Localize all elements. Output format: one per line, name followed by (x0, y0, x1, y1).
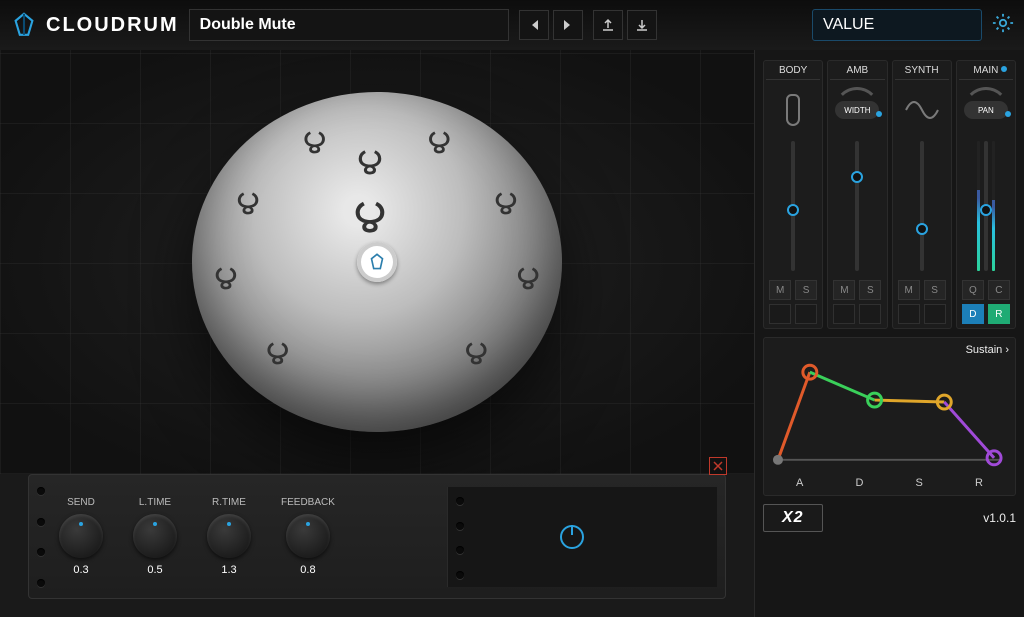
body-solo-button[interactable]: S (795, 280, 817, 300)
knob-label: FEEDBACK (281, 497, 335, 508)
value-label: VALUE (823, 16, 874, 34)
channel-synth: SYNTH M S (892, 60, 952, 329)
skip-back-icon (528, 19, 540, 31)
knob-label: SEND (67, 497, 95, 508)
amb-fader[interactable] (830, 136, 884, 276)
knob-send: SEND 0.3 (59, 497, 103, 576)
mixer-panel: BODY M S AMB WIDTH (754, 50, 1024, 617)
load-preset-button[interactable] (593, 10, 623, 40)
synth-mute-button[interactable]: M (898, 280, 920, 300)
save-preset-button[interactable] (627, 10, 657, 40)
channel-label: AMB (830, 65, 884, 80)
knob-rtime: R.TIME 1.3 (207, 497, 251, 576)
tongue-drum[interactable]: ౪ ౪ ౪ ౪ ౪ ౪ ౪ ౪ ౪ ౪ (192, 92, 562, 432)
app-root: CLOUDRUM Double Mute VALUE (0, 0, 1024, 617)
env-label-d: D (855, 477, 863, 489)
pan-button[interactable]: PAN (964, 101, 1008, 119)
env-label-s: S (916, 477, 923, 489)
x2-button[interactable]: X2 (763, 504, 823, 532)
knob-send-dial[interactable] (59, 514, 103, 558)
body-mute-button[interactable]: M (769, 280, 791, 300)
synth-slot-1[interactable] (898, 304, 920, 324)
next-preset-button[interactable] (553, 10, 583, 40)
upload-icon (601, 18, 615, 32)
gear-icon (992, 12, 1014, 34)
channel-label: BODY (766, 65, 820, 80)
envelope-graph[interactable] (770, 360, 1009, 470)
knob-ltime-dial[interactable] (133, 514, 177, 558)
delay-panel: SEND 0.3 L.TIME 0.5 R.TIME 1.3 FEEDBACK (28, 474, 726, 599)
channel-label: SYNTH (895, 65, 949, 80)
synth-slot-2[interactable] (924, 304, 946, 324)
right-footer: X2 v1.0.1 (763, 504, 1016, 532)
channel-body: BODY M S (763, 60, 823, 329)
amb-solo-button[interactable]: S (859, 280, 881, 300)
settings-button[interactable] (992, 12, 1014, 39)
version-label: v1.0.1 (983, 511, 1016, 525)
main-area: ౪ ౪ ౪ ౪ ౪ ౪ ౪ ౪ ౪ ౪ (0, 50, 1024, 617)
main-q-button[interactable]: Q (962, 280, 984, 300)
drum-area: ౪ ౪ ౪ ౪ ౪ ౪ ౪ ౪ ౪ ౪ (0, 50, 754, 474)
knob-ltime: L.TIME 0.5 (133, 497, 177, 576)
knob-label: L.TIME (139, 497, 171, 508)
amb-slot-2[interactable] (859, 304, 881, 324)
main-d-button[interactable]: D (962, 304, 984, 324)
preset-name: Double Mute (200, 16, 296, 34)
env-label-a: A (796, 477, 803, 489)
amb-mute-button[interactable]: M (833, 280, 855, 300)
close-delay-button[interactable] (709, 457, 727, 475)
mic-icon (766, 84, 820, 136)
knob-value: 0.5 (147, 564, 162, 576)
preset-nav (519, 10, 583, 40)
body-fader[interactable] (766, 136, 820, 276)
logo: CLOUDRUM (10, 11, 179, 39)
knob-rtime-dial[interactable] (207, 514, 251, 558)
knob-label: R.TIME (212, 497, 246, 508)
center-panel: ౪ ౪ ౪ ౪ ౪ ౪ ౪ ౪ ౪ ౪ (0, 50, 754, 617)
logo-icon (10, 11, 38, 39)
main-r-button[interactable]: R (988, 304, 1010, 324)
download-icon (635, 18, 649, 32)
close-icon (713, 461, 723, 471)
top-bar: CLOUDRUM Double Mute VALUE (0, 0, 1024, 50)
width-button[interactable]: WIDTH (835, 101, 879, 119)
preset-selector[interactable]: Double Mute (189, 9, 509, 41)
delay-power-button[interactable] (560, 525, 584, 549)
amb-slot-1[interactable] (833, 304, 855, 324)
synth-fader[interactable] (895, 136, 949, 276)
channel-strip-row: BODY M S AMB WIDTH (763, 60, 1016, 329)
knob-feedback: FEEDBACK 0.8 (281, 497, 335, 576)
prev-preset-button[interactable] (519, 10, 549, 40)
knob-value: 0.3 (73, 564, 88, 576)
body-slot-1[interactable] (769, 304, 791, 324)
main-c-button[interactable]: C (988, 280, 1010, 300)
sine-icon (895, 84, 949, 136)
value-display[interactable]: VALUE (812, 9, 982, 41)
envelope-panel: Sustain › A D (763, 337, 1016, 496)
channel-main: MAIN PAN Q C (956, 60, 1016, 329)
product-name: CLOUDRUM (46, 14, 179, 37)
preset-io (593, 10, 657, 40)
channel-amb: AMB WIDTH M S (827, 60, 887, 329)
knob-value: 1.3 (221, 564, 236, 576)
skip-forward-icon (562, 19, 574, 31)
knob-value: 0.8 (300, 564, 315, 576)
envelope-mode-button[interactable]: Sustain › (770, 344, 1009, 356)
body-slot-2[interactable] (795, 304, 817, 324)
main-fader[interactable] (959, 136, 1013, 276)
synth-solo-button[interactable]: S (924, 280, 946, 300)
knob-feedback-dial[interactable] (286, 514, 330, 558)
chevron-right-icon: › (1005, 344, 1009, 356)
drum-center-logo (357, 242, 397, 282)
env-label-r: R (975, 477, 983, 489)
